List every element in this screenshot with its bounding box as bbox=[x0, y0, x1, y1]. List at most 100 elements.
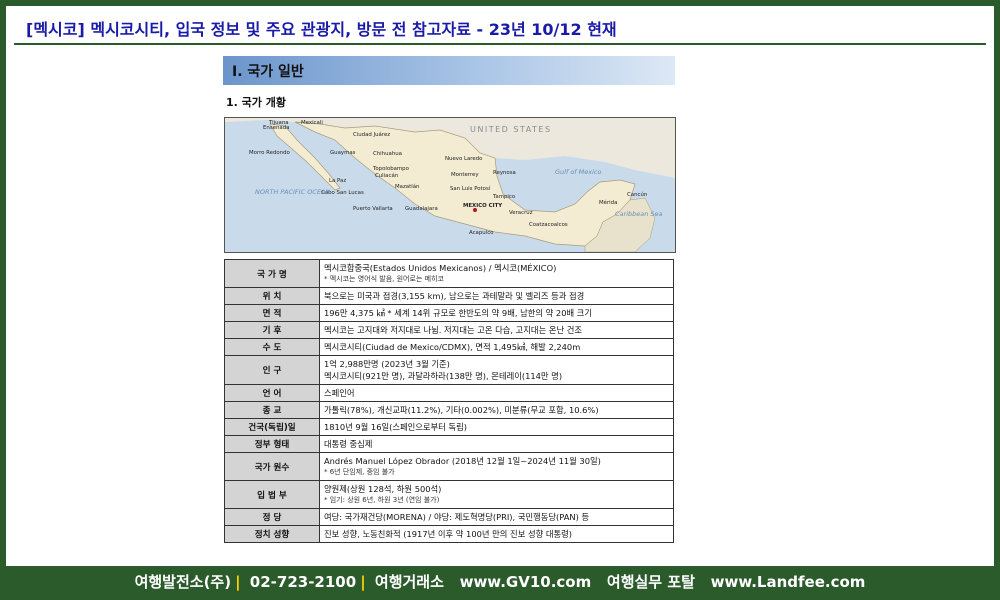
info-row: 건국(독립)일 1810년 9월 16일(스페인으로부터 독립) bbox=[224, 418, 674, 436]
info-key: 면 적 bbox=[224, 304, 320, 322]
footer-site-gv10[interactable]: www.GV10.com bbox=[460, 573, 592, 591]
footer-separator: | bbox=[235, 573, 241, 591]
info-key: 인 구 bbox=[224, 355, 320, 385]
info-value: 진보 성향, 노동친화적 (1917년 이후 약 100년 만의 진보 성향 대… bbox=[319, 525, 674, 543]
map-label-tampico: Tampico bbox=[492, 194, 515, 200]
info-value: 1억 2,988만명 (2023년 3월 기준) 멕시코시티(921만 명), 과… bbox=[319, 355, 674, 385]
info-value-line: 멕시코는 고지대와 저지대로 나뉨. 저지대는 고온 다습, 고지대는 온난 건… bbox=[324, 325, 583, 335]
info-row: 정부 형태 대통령 중심제 bbox=[224, 435, 674, 453]
map-label-mexico-city: MEXICO CITY bbox=[463, 203, 502, 209]
info-value: 양원제(상원 128석, 하원 500석) * 임기: 상원 6년, 하원 3년 … bbox=[319, 480, 674, 509]
info-value-line: 196만 4,375 ㎢ * 세계 14위 규모로 한반도의 약 9배, 남한의… bbox=[324, 308, 593, 318]
title-bar: [멕시코] 멕시코시티, 입국 정보 및 주요 관광지, 방문 전 참고자료 -… bbox=[14, 9, 986, 45]
map-label-caribbean: Caribbean Sea bbox=[615, 210, 663, 218]
info-row: 정 당 여당: 국가재건당(MORENA) / 야당: 제도혁명당(PRI), 국… bbox=[224, 508, 674, 526]
info-row: 위 치 북으로는 미국과 접경(3,155 km), 남으로는 과테말라 및 벨리… bbox=[224, 287, 674, 305]
info-key: 수 도 bbox=[224, 338, 320, 356]
info-value-line: 1810년 9월 16일(스페인으로부터 독립) bbox=[324, 422, 467, 432]
info-value-line: 멕시코시티(921만 명), 과달라하라(138만 명), 몬테레이(114만 … bbox=[324, 371, 563, 381]
info-row: 면 적 196만 4,375 ㎢ * 세계 14위 규모로 한반도의 약 9배, … bbox=[224, 304, 674, 322]
info-key: 정부 형태 bbox=[224, 435, 320, 453]
info-value: 멕시코합중국(Estados Unidos Mexicanos) / 멕시코(M… bbox=[319, 259, 674, 288]
info-row: 국가 원수 Andrés Manuel López Obrador (2018년 … bbox=[224, 452, 674, 481]
info-value-line: 양원제(상원 128석, 하원 500석) bbox=[324, 484, 442, 494]
map-label-nuevo-laredo: Nuevo Laredo bbox=[445, 156, 482, 162]
info-key: 건국(독립)일 bbox=[224, 418, 320, 436]
info-key: 언 어 bbox=[224, 384, 320, 402]
info-value-line: Andrés Manuel López Obrador (2018년 12월 1… bbox=[324, 456, 601, 466]
map-label-acapulco: Acapulco bbox=[469, 230, 493, 236]
info-value-line: 멕시코시티(Ciudad de Mexico/CDMX), 면적 1,495㎢,… bbox=[324, 342, 581, 352]
info-value-line: 여당: 국가재건당(MORENA) / 야당: 제도혁명당(PRI), 국민행동… bbox=[324, 512, 590, 522]
map-label-culiacan: Culiacán bbox=[375, 172, 398, 179]
map-label-gulf: Gulf of Mexico bbox=[555, 168, 601, 176]
footer-bar: 여행발전소(주) | 02-723-2100 | 여행거래소 www.GV10.co… bbox=[0, 566, 1000, 600]
info-value: 대통령 중심제 bbox=[319, 435, 674, 453]
footer-exchange: 여행거래소 bbox=[374, 573, 444, 591]
info-value: 멕시코시티(Ciudad de Mexico/CDMX), 면적 1,495㎢,… bbox=[319, 338, 674, 356]
footer-portal: 여행실무 포탈 bbox=[606, 573, 695, 591]
map-label-merida: Mérida bbox=[599, 199, 617, 206]
info-value-line: 스페인어 bbox=[324, 388, 355, 398]
map-label-ensenada: Ensenada bbox=[263, 125, 289, 131]
info-note: * 멕시코는 영어식 발음, 원어로는 메히코 bbox=[324, 275, 444, 283]
info-value-line: 1억 2,988만명 (2023년 3월 기준) bbox=[324, 359, 450, 369]
info-value: 스페인어 bbox=[319, 384, 674, 402]
info-key: 국 가 명 bbox=[224, 259, 320, 288]
country-info-table: 국 가 명 멕시코합중국(Estados Unidos Mexicanos) / … bbox=[224, 259, 674, 543]
page-title: [멕시코] 멕시코시티, 입국 정보 및 주요 관광지, 방문 전 참고자료 -… bbox=[26, 20, 617, 39]
section-title: I. 국가 일반 bbox=[232, 64, 304, 80]
map-label-chihuahua: Chihuahua bbox=[373, 151, 402, 157]
info-row: 정치 성향 진보 성향, 노동친화적 (1917년 이후 약 100년 만의 진보… bbox=[224, 525, 674, 543]
info-value: 여당: 국가재건당(MORENA) / 야당: 제도혁명당(PRI), 국민행동… bbox=[319, 508, 674, 526]
info-key: 정 당 bbox=[224, 508, 320, 526]
info-value: 북으로는 미국과 접경(3,155 km), 남으로는 과테말라 및 벨리즈 등… bbox=[319, 287, 674, 305]
info-value: Andrés Manuel López Obrador (2018년 12월 1… bbox=[319, 452, 674, 481]
info-value-line: 진보 성향, 노동친화적 (1917년 이후 약 100년 만의 진보 성향 대… bbox=[324, 529, 572, 539]
map-label-veracruz: Veracruz bbox=[509, 210, 533, 216]
info-value-line: 멕시코합중국(Estados Unidos Mexicanos) / 멕시코(M… bbox=[324, 263, 557, 273]
footer-phone: 02-723-2100 bbox=[249, 573, 357, 591]
document-image: I. 국가 일반 1. 국가 개황 UNITED STATES Tijuana … bbox=[14, 48, 986, 564]
info-value: 1810년 9월 16일(스페인으로부터 독립) bbox=[319, 418, 674, 436]
map-label-la-paz: La Paz bbox=[329, 178, 346, 184]
map-label-cancun: Cancún bbox=[627, 191, 647, 198]
footer-site-landfee[interactable]: www.Landfee.com bbox=[711, 573, 866, 591]
map-label-slp: San Luis Potosí bbox=[450, 185, 491, 192]
map-label-monterrey: Monterrey bbox=[451, 172, 479, 178]
footer-company: 여행발전소(주) bbox=[134, 573, 232, 591]
info-note: * 6년 단임제, 중임 불가 bbox=[324, 468, 395, 476]
map-label-juarez: Ciudad Juárez bbox=[353, 131, 390, 138]
map-label-us: UNITED STATES bbox=[470, 125, 552, 134]
info-row: 국 가 명 멕시코합중국(Estados Unidos Mexicanos) / … bbox=[224, 259, 674, 288]
map-label-puerto-vallarta: Puerto Vallarta bbox=[353, 206, 393, 212]
info-row: 인 구 1억 2,988만명 (2023년 3월 기준) 멕시코시티(921만 명)… bbox=[224, 355, 674, 385]
map-label-morro-redondo: Morro Redondo bbox=[249, 150, 290, 156]
info-row: 종 교 가톨릭(78%), 개신교파(11.2%), 기타(0.002%), 미분… bbox=[224, 401, 674, 419]
map-label-guadalajara: Guadalajara bbox=[405, 206, 438, 212]
map-label-topolobampo: Topolobampo bbox=[372, 166, 409, 172]
map-label-mazatlan: Mazatlán bbox=[395, 183, 419, 190]
subsection-title: 1. 국가 개황 bbox=[226, 96, 286, 109]
map-svg: UNITED STATES Tijuana Ensenada Mexicali … bbox=[225, 118, 675, 252]
map-label-reynosa: Reynosa bbox=[493, 170, 516, 176]
info-value: 196만 4,375 ㎢ * 세계 14위 규모로 한반도의 약 9배, 남한의… bbox=[319, 304, 674, 322]
info-note: * 임기: 상원 6년, 하원 3년 (연임 불가) bbox=[324, 496, 440, 504]
map-label-guaymas: Guaymas bbox=[330, 150, 356, 156]
info-value-line: 북으로는 미국과 접경(3,155 km), 남으로는 과테말라 및 벨리즈 등… bbox=[324, 291, 585, 301]
info-key: 국가 원수 bbox=[224, 452, 320, 481]
section-header: I. 국가 일반 bbox=[223, 56, 675, 85]
info-key: 정치 성향 bbox=[224, 525, 320, 543]
country-info-rows: 국 가 명 멕시코합중국(Estados Unidos Mexicanos) / … bbox=[224, 259, 674, 543]
info-key: 기 후 bbox=[224, 321, 320, 339]
map-label-coatzacoalcos: Coatzacoalcos bbox=[529, 222, 568, 228]
info-key: 입 법 부 bbox=[224, 480, 320, 509]
footer-separator: | bbox=[360, 573, 366, 591]
info-key: 위 치 bbox=[224, 287, 320, 305]
info-value-line: 대통령 중심제 bbox=[324, 439, 373, 449]
info-row: 언 어 스페인어 bbox=[224, 384, 674, 402]
info-row: 기 후 멕시코는 고지대와 저지대로 나뉨. 저지대는 고온 다습, 고지대는 온… bbox=[224, 321, 674, 339]
info-value: 멕시코는 고지대와 저지대로 나뉨. 저지대는 고온 다습, 고지대는 온난 건… bbox=[319, 321, 674, 339]
info-row: 입 법 부 양원제(상원 128석, 하원 500석) * 임기: 상원 6년, 하… bbox=[224, 480, 674, 509]
info-value-line: 가톨릭(78%), 개신교파(11.2%), 기타(0.002%), 미분류(무… bbox=[324, 405, 599, 415]
